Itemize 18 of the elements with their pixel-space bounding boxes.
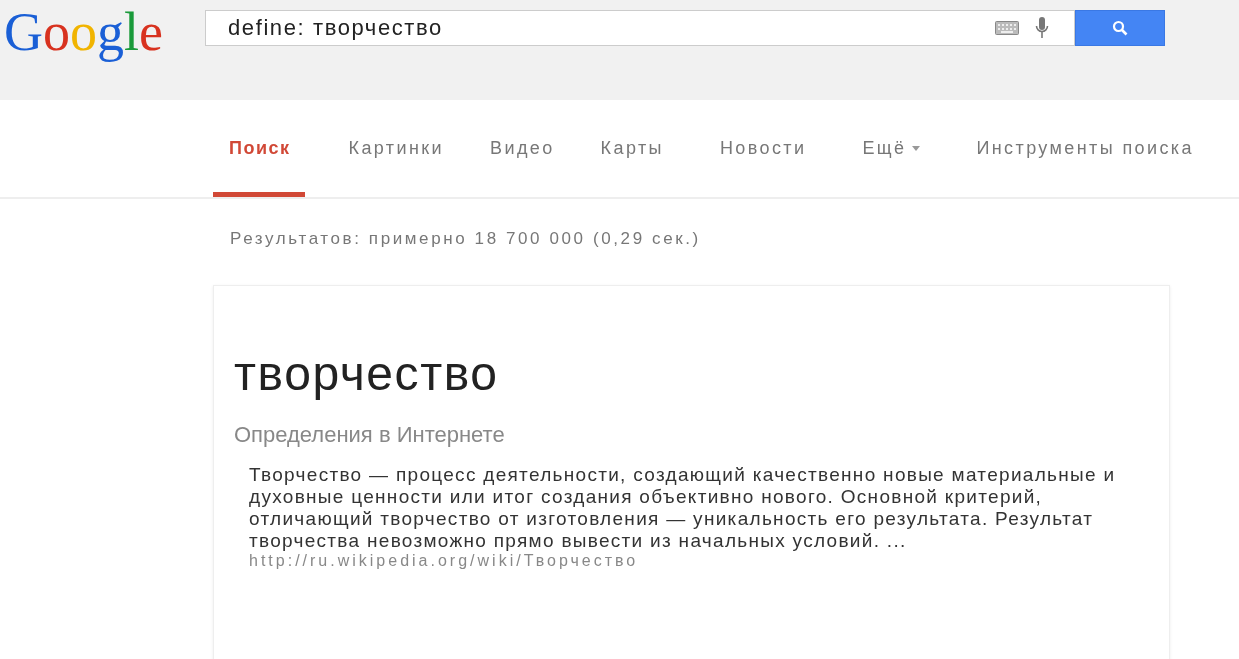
source-label: Определения в Интернете — [234, 422, 506, 448]
keyboard-icon[interactable] — [995, 21, 1019, 35]
definition-text: Творчество — процесс деятельности, создающий качественно новые материальные и духовные ценности или итог создания объективно нового. Основной критерий, отличающий творчество от изготовления — уникальность его результата. Результат творчества невозможно прямо вывести из начальных условий. ... — [249, 464, 1117, 552]
search-tab[interactable]: Новости — [719, 134, 807, 197]
search-button[interactable] — [1075, 10, 1165, 46]
caret-icon — [912, 146, 921, 151]
source-link[interactable]: http://ru.wikipedia.org/wiki/Творчество — [249, 552, 1149, 570]
more-menu[interactable]: Ещё — [862, 134, 921, 197]
logo[interactable]: Google — [0, 0, 205, 64]
search-field[interactable]: define: творчество — [205, 10, 1075, 46]
search-tab[interactable]: Карты — [600, 134, 664, 197]
search-tab[interactable]: Картинки — [348, 134, 444, 197]
term-heading: творчество — [234, 348, 500, 400]
search-tools-tab[interactable]: Инструменты поиска — [976, 134, 1194, 197]
result-stats: Результатов: примерно 18 700 000 (0,29 сек.) — [229, 229, 702, 249]
search-icon — [1112, 20, 1128, 36]
microphone-icon[interactable] — [1035, 16, 1049, 40]
search-tab[interactable]: Видео — [490, 134, 555, 197]
